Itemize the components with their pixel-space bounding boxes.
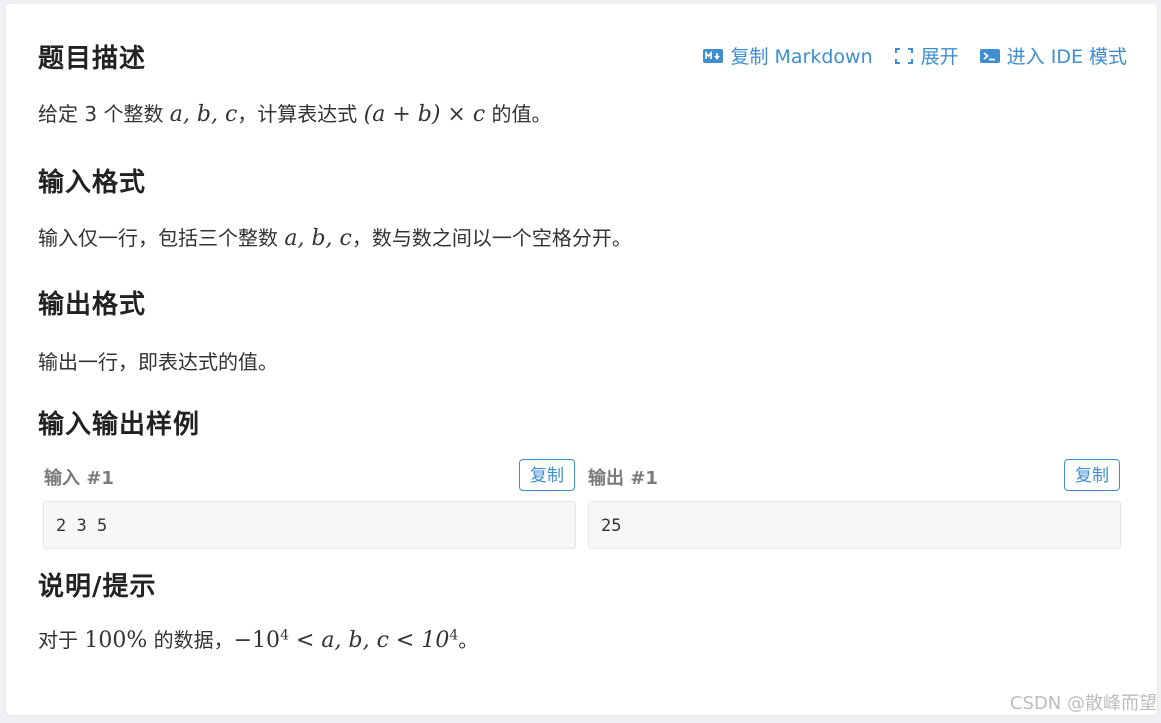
samples-title: 输入输出样例 <box>38 410 201 440</box>
description-text-part: ，计算表达式 <box>237 102 364 126</box>
input-format-text-part: 输入仅一行，包括三个整数 <box>38 226 285 250</box>
output-format-title: 输出格式 <box>38 290 147 320</box>
watermark: CSDN @散峰而望 <box>1009 693 1157 714</box>
sample-input-label: 输入 #1 <box>44 468 114 489</box>
description-text-part: 的值。 <box>485 102 552 126</box>
hint-title: 说明/提示 <box>38 572 157 602</box>
copy-output-button[interactable]: 复制 <box>1064 459 1120 491</box>
expand-button[interactable]: 展开 <box>893 42 959 69</box>
math-negative-bound: −10 <box>233 628 281 653</box>
sample-output-box[interactable]: 25 <box>588 501 1121 549</box>
toolbar: 复制 Markdown 展开 进入 IDE 模式 <box>702 42 1127 69</box>
copy-input-button[interactable]: 复制 <box>519 459 575 491</box>
description-text-part: 给定 3 个整数 <box>38 102 170 126</box>
description-text: 给定 3 个整数 a, b, c，计算表达式 (a + b) × c 的值。 <box>38 98 552 127</box>
expand-icon <box>894 47 913 64</box>
math-percent: 100% <box>84 628 148 653</box>
terminal-icon <box>979 48 1000 63</box>
input-format-text-part: ，数与数之间以一个空格分开。 <box>351 226 632 250</box>
description-title: 题目描述 <box>38 44 147 74</box>
math-exponent: 4 <box>449 627 459 644</box>
math-range: < a, b, c < 10 <box>288 628 450 653</box>
input-format-text: 输入仅一行，包括三个整数 a, b, c，数与数之间以一个空格分开。 <box>38 222 632 251</box>
copy-markdown-label: 复制 Markdown <box>730 46 873 68</box>
hint-text: 对于 100% 的数据，−104 < a, b, c < 104。 <box>38 624 478 653</box>
hint-text-part: 的数据， <box>147 628 234 652</box>
expand-label: 展开 <box>920 46 959 68</box>
output-format-text: 输出一行，即表达式的值。 <box>38 350 278 374</box>
sample-input-box[interactable]: 2 3 5 <box>43 501 576 549</box>
sample-output-label: 输出 #1 <box>588 468 658 489</box>
problem-card: 复制 Markdown 展开 进入 IDE 模式 题目描述 给定 3 个整数 a… <box>6 4 1157 715</box>
ide-mode-button[interactable]: 进入 IDE 模式 <box>979 42 1127 69</box>
math-variables: a, b, c <box>284 226 352 251</box>
copy-markdown-button[interactable]: 复制 Markdown <box>702 42 873 69</box>
ide-mode-label: 进入 IDE 模式 <box>1006 46 1127 68</box>
hint-text-part: 。 <box>458 628 479 652</box>
hint-text-part: 对于 <box>38 628 85 652</box>
input-format-title: 输入格式 <box>38 168 147 198</box>
math-variables: a, b, c <box>169 102 238 127</box>
math-exponent: 4 <box>280 627 289 644</box>
markdown-icon <box>703 48 724 63</box>
math-expression: (a + b) × c <box>363 102 486 127</box>
